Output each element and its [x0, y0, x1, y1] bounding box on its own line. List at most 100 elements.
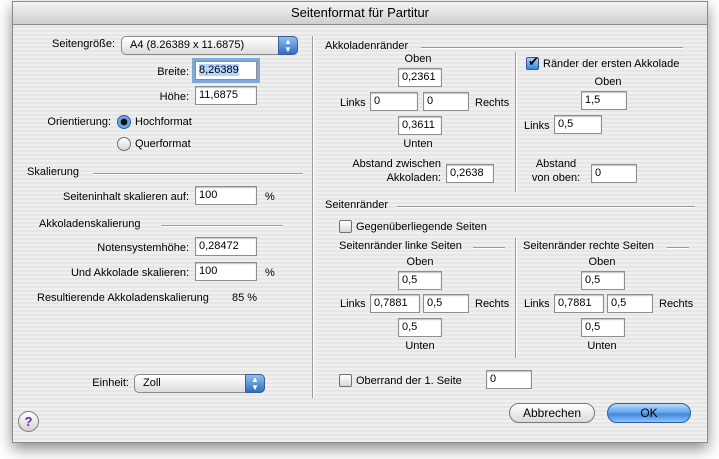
- lp-top-label: Oben: [406, 256, 434, 268]
- facing-pages-label: Gegenüberliegende Seiten: [356, 221, 487, 233]
- first-page-top-label: Oberrand der 1. Seite: [356, 375, 462, 387]
- lp-right-label: Rechts: [475, 298, 510, 310]
- rp-right-field[interactable]: 0,5: [607, 294, 653, 313]
- lp-right-field[interactable]: 0,5: [423, 294, 469, 313]
- system-left-field[interactable]: 0: [370, 92, 418, 111]
- height-field[interactable]: 11,6875: [195, 86, 257, 105]
- first-page-top-field[interactable]: 0: [486, 370, 532, 389]
- cancel-button[interactable]: Abbrechen: [509, 403, 595, 423]
- first-left-value: 0,5: [558, 118, 574, 130]
- system-spacing-label-2: Akkoladen:: [386, 172, 441, 184]
- right-pages-divider: [667, 247, 689, 249]
- first-distance-field[interactable]: 0: [591, 164, 637, 183]
- first-left-label: Links: [524, 120, 550, 132]
- rp-bottom-label: Unten: [587, 340, 617, 352]
- first-system-checkbox[interactable]: [526, 54, 539, 70]
- system-bottom-label: Unten: [403, 138, 433, 150]
- system-spacing-value: 0,2638: [450, 167, 484, 179]
- rp-top-value: 0,5: [585, 274, 601, 286]
- lp-top-value: 0,5: [402, 274, 418, 286]
- lp-left-label: Links: [340, 298, 366, 310]
- left-pages-header: Seitenränder linke Seiten: [339, 240, 462, 252]
- system-bottom-value: 0,3611: [402, 119, 435, 131]
- rp-left-value: 0,7881: [558, 297, 592, 309]
- width-field[interactable]: 8,26389: [195, 61, 257, 80]
- unit-value: Zoll: [143, 377, 161, 389]
- lp-bottom-label: Unten: [405, 340, 435, 352]
- width-label: Breite:: [157, 66, 189, 78]
- system-right-value: 0: [427, 95, 434, 107]
- dialog-window: Seitenformat für Partitur Seitengröße: A…: [12, 1, 708, 443]
- scaling-divider: [93, 173, 303, 175]
- first-system-label: Ränder der ersten Akkolade: [543, 58, 680, 70]
- resulting-label: Resultierende Akkoladenskalierung: [37, 292, 209, 304]
- left-pages-divider: [473, 247, 505, 249]
- first-page-top-checkbox[interactable]: [339, 374, 352, 387]
- landscape-label: Querformat: [135, 138, 191, 150]
- popup-arrows-icon: ▲ ▼: [278, 36, 298, 55]
- rp-right-value: 0,5: [611, 297, 627, 309]
- scale-system-value: 100: [199, 265, 218, 277]
- portrait-label: Hochformat: [135, 116, 192, 128]
- first-distance-label-1: Abstand: [535, 158, 577, 170]
- rp-top-label: Oben: [588, 256, 616, 268]
- scaling-header: Skalierung: [27, 166, 79, 178]
- system-scaling-divider: [161, 225, 283, 227]
- rp-left-label: Links: [524, 298, 550, 310]
- system-scaling-header: Akkoladenskalierung: [39, 218, 141, 230]
- system-top-value: 0,2361: [402, 71, 436, 83]
- facing-pages-checkbox[interactable]: [339, 220, 352, 233]
- popup-arrows-icon: ▲ ▼: [245, 374, 265, 393]
- scale-system-field[interactable]: 100: [195, 262, 257, 281]
- system-left-value: 0: [374, 95, 381, 107]
- unit-label: Einheit:: [92, 377, 129, 389]
- help-button[interactable]: ?: [18, 411, 39, 432]
- scale-content-label: Seiteninhalt skalieren auf:: [63, 191, 189, 203]
- height-label: Höhe:: [159, 91, 189, 103]
- lp-left-field[interactable]: 0,7881: [370, 294, 420, 313]
- first-distance-value: 0: [595, 167, 602, 179]
- lp-left-value: 0,7881: [374, 297, 408, 309]
- system-margins-divider: [421, 47, 683, 49]
- system-margins-header: Akkoladenränder: [325, 40, 409, 52]
- first-page-top-value: 0: [490, 373, 497, 385]
- system-right-field[interactable]: 0: [423, 92, 469, 111]
- portrait-radio[interactable]: [117, 115, 131, 129]
- first-top-value: 1,5: [585, 94, 601, 106]
- rp-bottom-value: 0,5: [585, 321, 601, 333]
- scale-content-percent: %: [265, 191, 275, 203]
- system-spacing-label-1: Abstand zwischen: [352, 158, 441, 170]
- landscape-radio[interactable]: [117, 137, 131, 151]
- scale-system-percent: %: [265, 267, 275, 279]
- ok-button[interactable]: OK: [607, 403, 691, 423]
- first-top-label: Oben: [594, 76, 622, 88]
- page-size-value: A4 (8.26389 x 11.6875): [130, 39, 245, 51]
- lp-bottom-field[interactable]: 0,5: [398, 318, 442, 337]
- column-divider: [312, 36, 314, 398]
- system-top-field[interactable]: 0,2361: [398, 68, 442, 87]
- staff-height-field[interactable]: 0,28472: [195, 237, 257, 256]
- lp-top-field[interactable]: 0,5: [398, 271, 442, 290]
- page-size-label: Seitengröße:: [52, 38, 115, 50]
- scale-content-field[interactable]: 100: [195, 186, 257, 205]
- rp-left-field[interactable]: 0,7881: [554, 294, 604, 313]
- system-top-label: Oben: [404, 53, 432, 65]
- system-bottom-field[interactable]: 0,3611: [398, 116, 442, 135]
- first-left-field[interactable]: 0,5: [554, 115, 602, 134]
- system-right-label: Rechts: [475, 97, 510, 109]
- staff-height-value: 0,28472: [199, 240, 239, 252]
- rp-top-field[interactable]: 0,5: [581, 271, 625, 290]
- staff-height-label: Notensystemhöhe:: [97, 242, 189, 254]
- system-left-label: Links: [340, 97, 366, 109]
- system-spacing-field[interactable]: 0,2638: [446, 164, 494, 183]
- width-value: 8,26389: [199, 64, 239, 76]
- first-distance-label-2: von oben:: [531, 172, 581, 184]
- scale-system-label: Und Akkolade skalieren:: [70, 267, 189, 279]
- lp-right-value: 0,5: [427, 297, 443, 309]
- rp-bottom-field[interactable]: 0,5: [581, 318, 625, 337]
- orientation-label: Orientierung:: [47, 116, 111, 128]
- page-size-popup[interactable]: A4 (8.26389 x 11.6875) ▲ ▼: [121, 36, 298, 55]
- first-top-field[interactable]: 1,5: [581, 91, 627, 110]
- window-title: Seitenformat für Partitur: [13, 2, 707, 25]
- unit-popup[interactable]: Zoll ▲ ▼: [134, 374, 265, 393]
